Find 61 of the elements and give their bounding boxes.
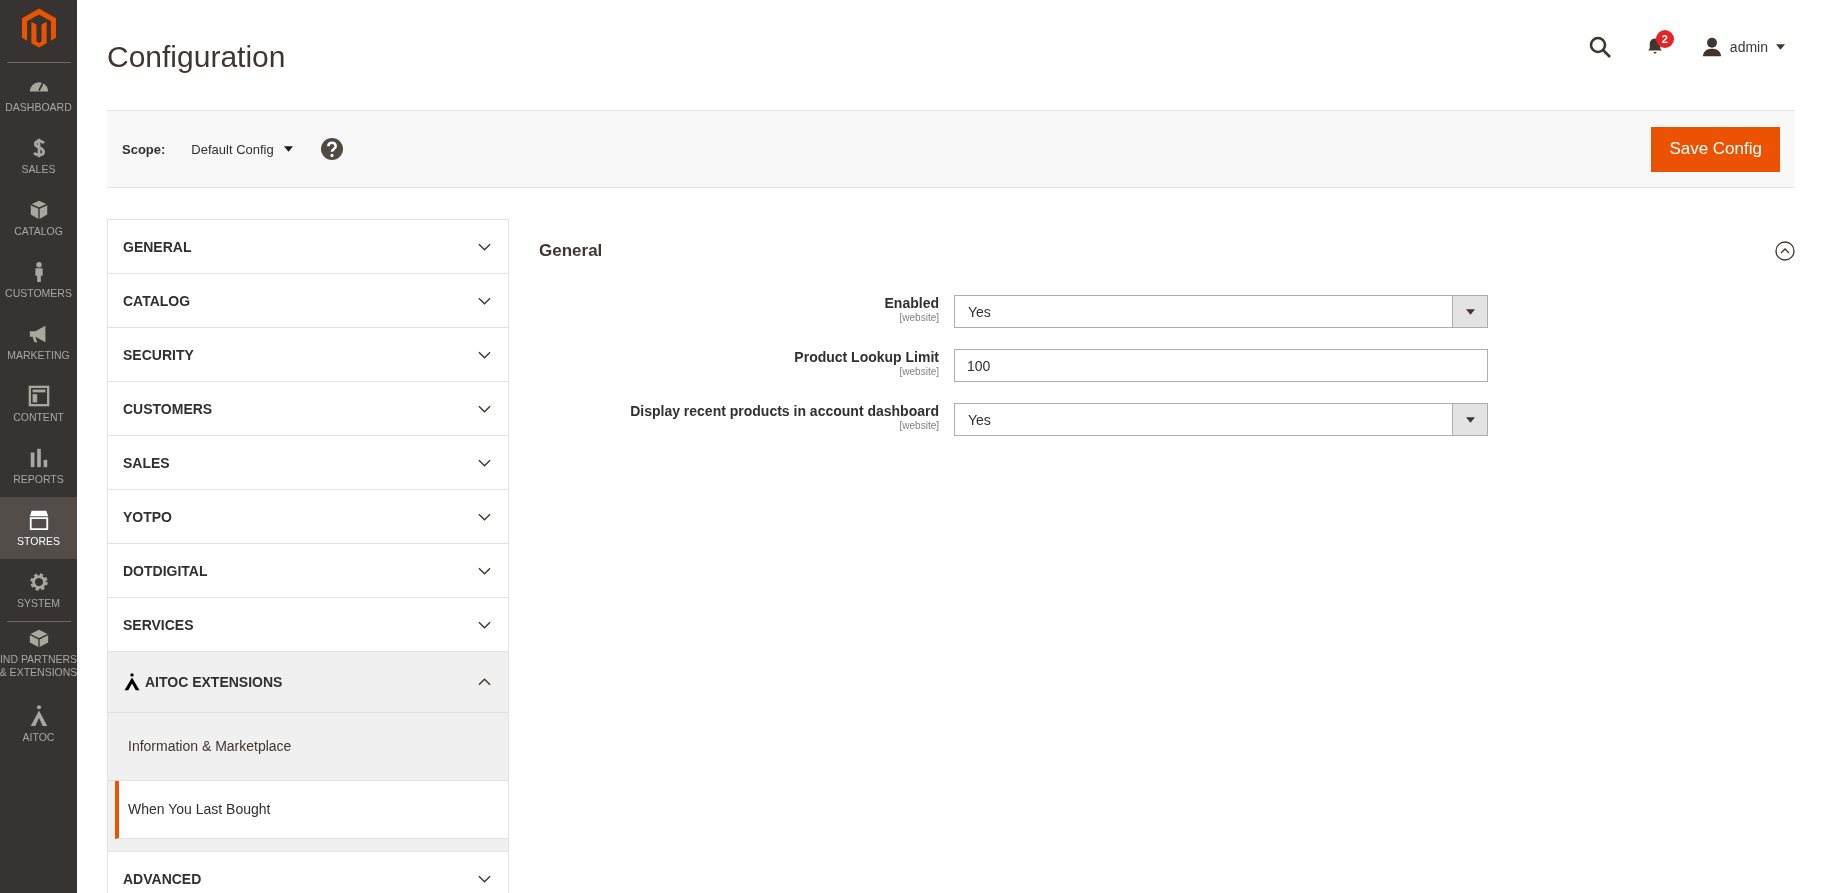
logo-icon[interactable]	[21, 8, 56, 48]
chevron-down-icon	[478, 620, 491, 629]
config-section-header[interactable]: ADVANCED	[108, 852, 508, 893]
select-field[interactable]: Yes	[954, 295, 1488, 328]
config-section-header[interactable]: YOTPO	[108, 490, 508, 543]
user-icon	[1701, 37, 1722, 57]
config-nav-link[interactable]: When You Last Bought	[115, 781, 508, 839]
config-section-header[interactable]: SECURITY	[108, 328, 508, 381]
stores-icon	[27, 508, 50, 531]
config-section-header[interactable]: CUSTOMERS	[108, 382, 508, 435]
chevron-down-icon	[478, 512, 491, 521]
scope-note: [website]	[899, 366, 939, 377]
chevron-down-icon	[478, 566, 491, 575]
scope-dropdown[interactable]: Default Config	[191, 141, 293, 157]
input-field[interactable]: 100	[954, 349, 1488, 382]
caret-icon	[1465, 308, 1475, 315]
sidebar-item[interactable]: SALES	[0, 125, 77, 187]
scope-note: [website]	[899, 312, 939, 323]
select-field[interactable]: Yes	[954, 403, 1488, 436]
chevron-down-icon	[478, 350, 491, 359]
config-section-header[interactable]: SERVICES	[108, 598, 508, 651]
sidebar-item[interactable]: AITOC	[0, 684, 77, 764]
sidebar-item[interactable]: CONTENT	[0, 373, 77, 435]
config-section-header[interactable]: SALES	[108, 436, 508, 489]
chevron-down-icon	[478, 874, 491, 883]
config-section-header[interactable]: AITOC EXTENSIONS	[108, 652, 508, 713]
sidebar-item[interactable]: STORES	[0, 497, 77, 559]
caret-icon	[283, 146, 293, 152]
scope-label: Scope:	[122, 141, 166, 157]
user-menu[interactable]: admin	[1701, 37, 1785, 57]
sidebar-item[interactable]: REPORTS	[0, 435, 77, 497]
sidebar-item[interactable]: CUSTOMERS	[0, 249, 77, 311]
field-label: Enabled	[884, 295, 939, 311]
config-section-header[interactable]: DOTDIGITAL	[108, 544, 508, 597]
chevron-down-icon	[478, 242, 491, 251]
notification-badge: 2	[1655, 30, 1674, 48]
save-config-button[interactable]: Save Config	[1651, 126, 1780, 172]
system-icon	[27, 570, 50, 593]
sidebar-item[interactable]: IND PARTNERS & EXTENSIONS	[0, 622, 77, 684]
collapse-icon[interactable]	[1775, 241, 1795, 261]
chevron-down-icon	[478, 458, 491, 467]
sidebar-item[interactable]: DASHBOARD	[0, 63, 77, 125]
caret-icon	[1465, 416, 1475, 423]
sidebar-item[interactable]: CATALOG	[0, 187, 77, 249]
chevron-down-icon	[478, 404, 491, 413]
scope-note: [website]	[899, 420, 939, 431]
config-section-header[interactable]: GENERAL	[108, 220, 508, 273]
field-label: Display recent products in account dashboard	[630, 403, 939, 419]
field-label: Product Lookup Limit	[794, 349, 939, 365]
chevron-up-icon	[478, 678, 491, 686]
partners-icon	[27, 627, 50, 650]
config-section-header[interactable]: CATALOG	[108, 274, 508, 327]
chevron-down-icon	[478, 296, 491, 305]
search-icon[interactable]	[1587, 35, 1612, 59]
content-icon	[27, 384, 50, 407]
page-title: Configuration	[107, 39, 286, 74]
sidebar-item[interactable]: MARKETING	[0, 311, 77, 373]
help-icon[interactable]	[320, 138, 343, 160]
sidebar-item[interactable]: SYSTEM	[0, 559, 77, 621]
section-title[interactable]: General	[539, 241, 603, 261]
caret-icon	[1776, 44, 1785, 50]
